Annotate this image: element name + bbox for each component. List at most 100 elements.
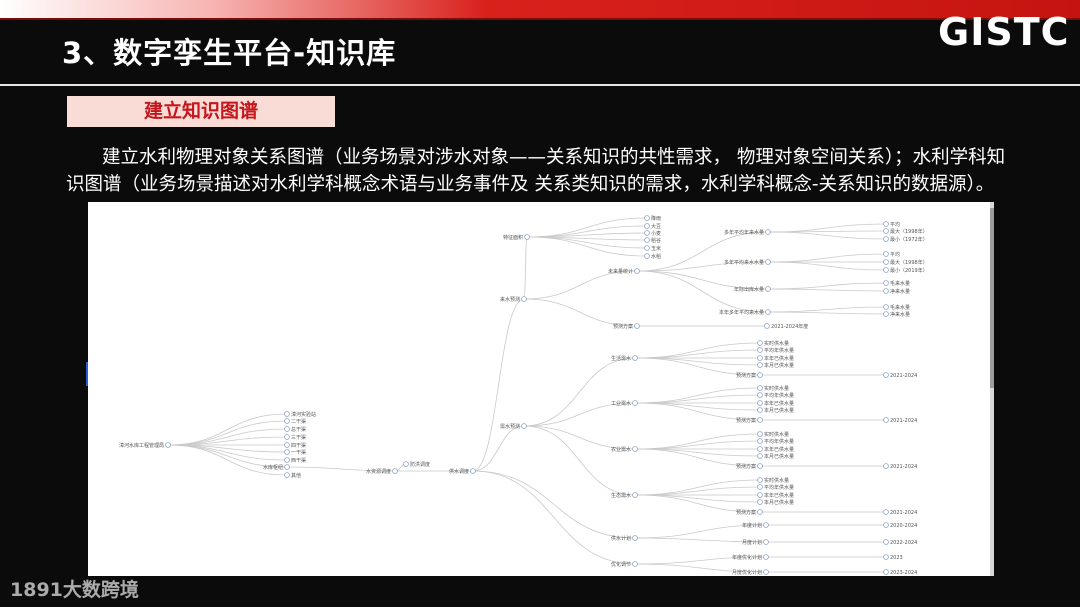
graph-node-circle[interactable] bbox=[757, 453, 763, 459]
graph-node[interactable]: 本年已供水量 bbox=[757, 400, 794, 407]
graph-node-circle[interactable] bbox=[632, 400, 638, 406]
graph-node[interactable]: 预测方案 bbox=[736, 509, 763, 516]
graph-node-circle[interactable] bbox=[757, 477, 763, 483]
graph-node[interactable]: 漳河水库工程管理局 bbox=[119, 442, 171, 449]
graph-node-circle[interactable] bbox=[521, 296, 527, 302]
graph-node[interactable]: 水稻 bbox=[644, 253, 661, 260]
graph-node[interactable]: 2021-2024年度 bbox=[764, 323, 809, 330]
graph-node-circle[interactable] bbox=[883, 251, 889, 257]
graph-node[interactable]: 二干渠 bbox=[284, 418, 306, 425]
graph-node-circle[interactable] bbox=[883, 228, 889, 234]
graph-node[interactable]: 需水预测 bbox=[500, 423, 527, 430]
graph-node-circle[interactable] bbox=[883, 280, 889, 286]
graph-node-circle[interactable] bbox=[644, 215, 650, 221]
graph-node-circle[interactable] bbox=[765, 259, 771, 265]
graph-node[interactable]: 月度计划 bbox=[742, 539, 769, 546]
graph-node-circle[interactable] bbox=[757, 509, 763, 515]
graph-node[interactable]: 其他 bbox=[284, 472, 301, 479]
graph-node-circle[interactable] bbox=[632, 561, 638, 567]
graph-node-circle[interactable] bbox=[521, 423, 527, 429]
graph-node-circle[interactable] bbox=[757, 372, 763, 378]
graph-node[interactable]: 最小（1972年） bbox=[883, 236, 928, 243]
graph-node[interactable]: 本年多年平均来水量 bbox=[719, 309, 771, 316]
graph-node[interactable]: 2020-2024 bbox=[883, 522, 918, 529]
graph-node[interactable]: 一干渠 bbox=[284, 449, 306, 456]
graph-node[interactable]: 农业需水 bbox=[611, 446, 638, 453]
graph-node-circle[interactable] bbox=[883, 236, 889, 242]
graph-node-circle[interactable] bbox=[284, 464, 290, 470]
graph-node-circle[interactable] bbox=[757, 463, 763, 469]
graph-node-circle[interactable] bbox=[757, 385, 763, 391]
graph-node[interactable]: 降雨 bbox=[644, 215, 661, 222]
graph-node[interactable]: 本年已供水量 bbox=[757, 492, 794, 499]
graph-node[interactable]: 净来水量 bbox=[883, 288, 910, 295]
graph-node-circle[interactable] bbox=[284, 426, 290, 432]
graph-node[interactable]: 三干渠 bbox=[284, 434, 306, 441]
knowledge-graph-canvas[interactable]: 漳河水库工程管理局 漳河实验站二干渠总干渠三干渠四干渠一干渠西干渠水库枢纽其他 水资… bbox=[88, 202, 992, 576]
graph-node[interactable]: 预测方案 bbox=[736, 372, 763, 379]
graph-node-circle[interactable] bbox=[284, 442, 290, 448]
graph-node[interactable]: 稻谷 bbox=[644, 237, 661, 244]
graph-node[interactable]: 特征面积 bbox=[503, 234, 530, 241]
graph-node-circle[interactable] bbox=[764, 323, 770, 329]
graph-node[interactable]: 实时供水量 bbox=[757, 385, 789, 392]
graph-scrollbar-thumb[interactable] bbox=[990, 208, 994, 388]
graph-node[interactable]: 大豆 bbox=[644, 223, 661, 230]
graph-node[interactable]: 2023-2024 bbox=[883, 569, 918, 576]
graph-node[interactable]: 实时供水量 bbox=[757, 477, 789, 484]
graph-node-circle[interactable] bbox=[763, 554, 769, 560]
graph-node[interactable]: 生态需水 bbox=[611, 492, 638, 499]
graph-node[interactable]: 本年已供水量 bbox=[757, 355, 794, 362]
graph-node[interactable]: 实时供水量 bbox=[757, 431, 789, 438]
graph-node[interactable]: 水资源调度 bbox=[366, 468, 398, 475]
graph-node-circle[interactable] bbox=[883, 539, 889, 545]
graph-node[interactable]: 总干渠 bbox=[284, 426, 306, 433]
graph-node[interactable]: 平均年供水量 bbox=[757, 392, 794, 399]
graph-node-circle[interactable] bbox=[883, 522, 889, 528]
graph-node[interactable]: 优化调节 bbox=[611, 561, 638, 568]
graph-node[interactable]: 毛来水量 bbox=[883, 280, 910, 287]
graph-node[interactable]: 来水预测 bbox=[500, 296, 527, 303]
graph-node[interactable]: 平均 bbox=[883, 221, 900, 228]
graph-node-circle[interactable] bbox=[644, 223, 650, 229]
graph-node-circle[interactable] bbox=[757, 362, 763, 368]
graph-node[interactable]: 供水调度 bbox=[449, 468, 476, 475]
graph-node-circle[interactable] bbox=[284, 472, 290, 478]
graph-node[interactable]: 实时供水量 bbox=[757, 340, 789, 347]
graph-node[interactable]: 预测方案 bbox=[613, 323, 640, 330]
graph-node-circle[interactable] bbox=[757, 407, 763, 413]
graph-node-circle[interactable] bbox=[763, 569, 769, 575]
graph-node-circle[interactable] bbox=[644, 253, 650, 259]
graph-node[interactable]: 预测方案 bbox=[736, 463, 763, 470]
graph-node-circle[interactable] bbox=[632, 446, 638, 452]
graph-node[interactable]: 漳河实验站 bbox=[284, 411, 316, 418]
graph-node-circle[interactable] bbox=[765, 286, 771, 292]
graph-node-circle[interactable] bbox=[757, 392, 763, 398]
graph-node-circle[interactable] bbox=[644, 230, 650, 236]
graph-node[interactable]: 平均 bbox=[883, 251, 900, 258]
graph-node[interactable]: 平均年供水量 bbox=[757, 438, 794, 445]
graph-node-circle[interactable] bbox=[883, 288, 889, 294]
graph-node-circle[interactable] bbox=[284, 434, 290, 440]
graph-node-circle[interactable] bbox=[634, 323, 640, 329]
graph-node-circle[interactable] bbox=[644, 245, 650, 251]
graph-node[interactable]: 2021-2024 bbox=[883, 509, 918, 516]
graph-node-circle[interactable] bbox=[757, 431, 763, 437]
graph-node[interactable]: 2021-2024 bbox=[883, 417, 918, 424]
graph-node-circle[interactable] bbox=[883, 509, 889, 515]
graph-node-circle[interactable] bbox=[757, 347, 763, 353]
graph-node[interactable]: 工业需水 bbox=[611, 400, 638, 407]
graph-node[interactable]: 本月已供水量 bbox=[757, 362, 794, 369]
graph-node-circle[interactable] bbox=[883, 304, 889, 310]
graph-node-circle[interactable] bbox=[765, 229, 771, 235]
graph-node[interactable]: 2021-2024 bbox=[883, 372, 918, 379]
graph-node[interactable]: 本月已供水量 bbox=[757, 499, 794, 506]
graph-node[interactable]: 本年已供水量 bbox=[757, 446, 794, 453]
graph-node[interactable]: 净来水量 bbox=[883, 311, 910, 318]
graph-node-circle[interactable] bbox=[757, 492, 763, 498]
graph-node[interactable]: 2021-2024 bbox=[883, 463, 918, 470]
graph-node[interactable]: 平均年供水量 bbox=[757, 484, 794, 491]
graph-node-circle[interactable] bbox=[765, 309, 771, 315]
graph-node[interactable]: 玉米 bbox=[644, 245, 661, 252]
graph-node-circle[interactable] bbox=[470, 468, 476, 474]
